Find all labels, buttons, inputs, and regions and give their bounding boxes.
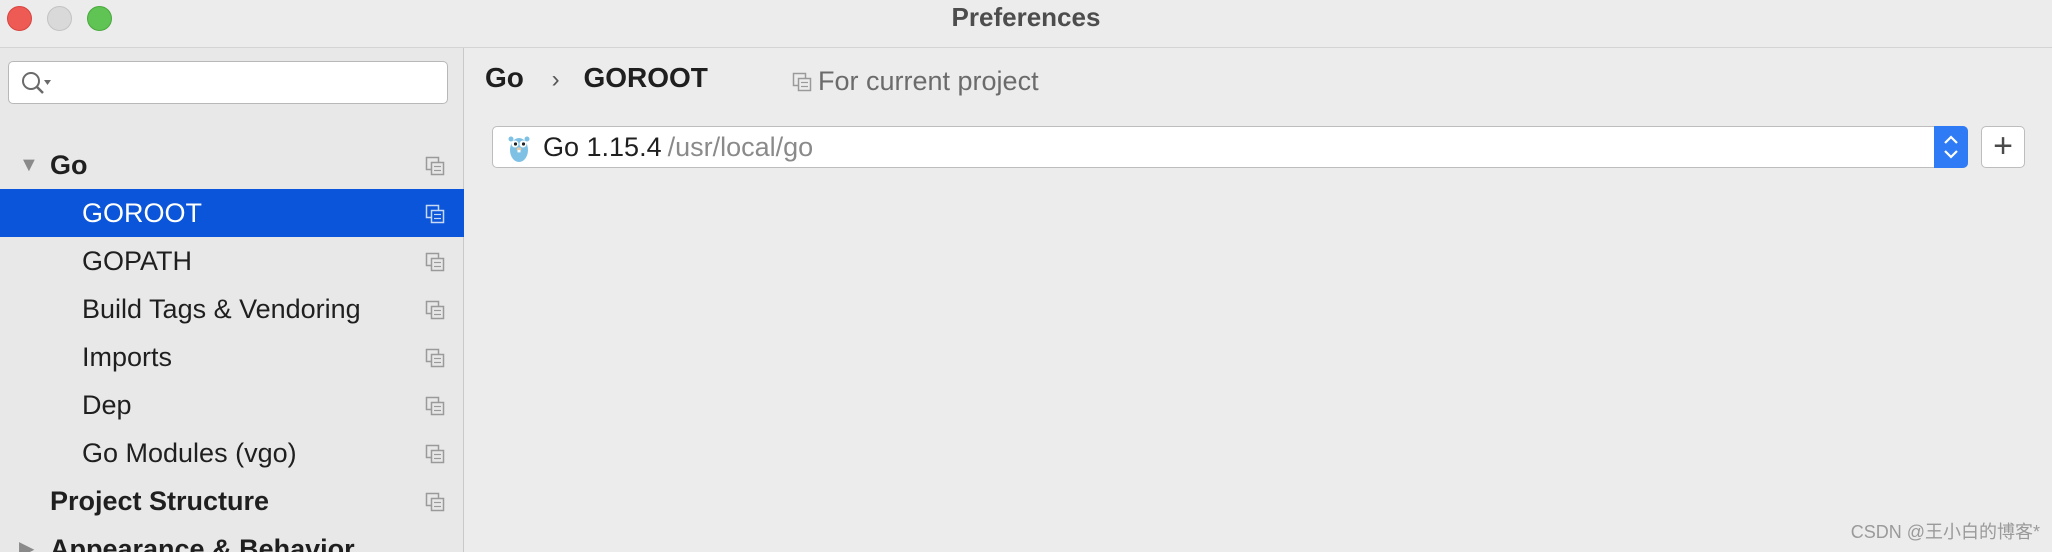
sdk-value: Go 1.15.4/usr/local/go: [543, 127, 813, 167]
copy-icon: [425, 396, 445, 416]
settings-sidebar: ▼ Go GOROOT GOPATH Build Tags & Vendorin…: [0, 48, 464, 552]
settings-search[interactable]: [8, 61, 448, 104]
search-input[interactable]: [57, 66, 437, 100]
watermark: CSDN @王小白的博客*: [1850, 522, 2040, 542]
sidebar-item-label: Project Structure: [50, 486, 270, 516]
project-scope-label: For current project: [792, 66, 1039, 97]
copy-icon: [425, 156, 445, 176]
add-sdk-button[interactable]: +: [1981, 126, 2025, 168]
copy-icon: [425, 444, 445, 464]
sidebar-item-label: Build Tags & Vendoring: [82, 294, 361, 324]
copy-icon: [425, 492, 445, 512]
copy-icon: [792, 72, 812, 92]
sidebar-item-label: Dep: [82, 390, 132, 420]
sdk-version: Go 1.15.4: [543, 132, 662, 162]
sidebar-item-label: Appearance & Behavior: [50, 534, 355, 552]
search-icon[interactable]: [20, 70, 52, 96]
sidebar-item-gopath[interactable]: GOPATH: [0, 237, 464, 285]
sdk-dropdown-stepper[interactable]: [1934, 126, 1968, 168]
window-title: Preferences: [951, 2, 1101, 32]
breadcrumb: Go › GOROOT: [485, 62, 708, 94]
chevron-up-down-icon: [1944, 135, 1958, 159]
triangle-down-icon[interactable]: ▼: [19, 141, 39, 189]
sidebar-item-project-structure[interactable]: Project Structure: [0, 477, 464, 525]
triangle-right-icon[interactable]: ▶: [19, 525, 34, 552]
sidebar-item-label: GOPATH: [82, 246, 193, 276]
title-bar: Preferences: [0, 0, 2052, 48]
sidebar-item-appearance-behavior[interactable]: ▶ Appearance & Behavior: [0, 525, 464, 552]
sidebar-item-go-modules[interactable]: Go Modules (vgo): [0, 429, 464, 477]
sidebar-item-dep[interactable]: Dep: [0, 381, 464, 429]
gopher-icon: [508, 136, 530, 162]
sdk-path: /usr/local/go: [667, 132, 814, 162]
breadcrumb-separator: ›: [551, 66, 560, 93]
copy-icon: [425, 348, 445, 368]
copy-icon: [425, 204, 445, 224]
sidebar-item-label: GOROOT: [82, 198, 202, 228]
breadcrumb-item: Go: [485, 62, 524, 93]
copy-icon: [425, 252, 445, 272]
project-scope-text: For current project: [818, 66, 1039, 96]
sidebar-item-imports[interactable]: Imports: [0, 333, 464, 381]
sidebar-item-label: Go: [50, 150, 88, 180]
sidebar-item-label: Go Modules (vgo): [82, 438, 297, 468]
sidebar-item-go[interactable]: ▼ Go: [0, 141, 464, 189]
sidebar-item-label: Imports: [82, 342, 173, 372]
settings-content: Go › GOROOT For current project Go 1.15.…: [465, 48, 2052, 552]
sidebar-item-goroot[interactable]: GOROOT: [0, 189, 464, 237]
goroot-sdk-select[interactable]: Go 1.15.4/usr/local/go: [492, 126, 1968, 168]
copy-icon: [425, 300, 445, 320]
sidebar-item-build-tags[interactable]: Build Tags & Vendoring: [0, 285, 464, 333]
breadcrumb-item: GOROOT: [583, 62, 708, 93]
